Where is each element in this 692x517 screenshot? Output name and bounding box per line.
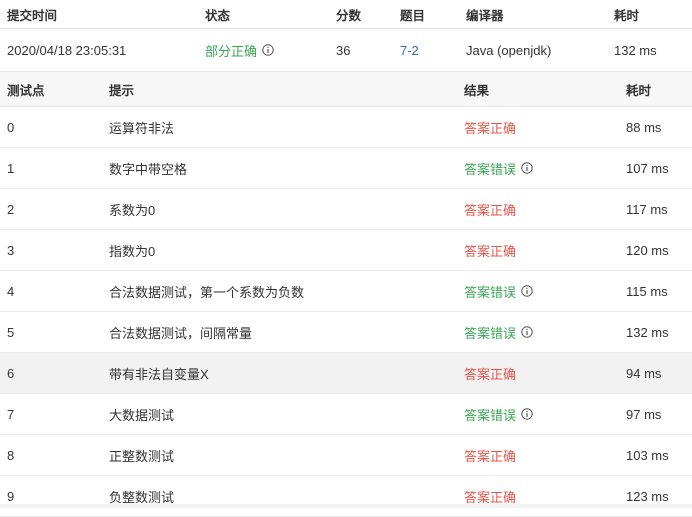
submission-row: 2020/04/18 23:05:31 部分正确 36 7-2 Java (op… bbox=[0, 29, 692, 72]
test-hint: 负整数测试 bbox=[109, 489, 175, 505]
test-result-text: 答案错误 bbox=[464, 161, 517, 177]
info-circle-icon[interactable] bbox=[521, 162, 533, 174]
test-result-text: 答案错误 bbox=[464, 325, 517, 341]
test-id: 6 bbox=[7, 365, 15, 381]
table-row: 7 大数据测试 答案错误 97 ms bbox=[0, 394, 692, 435]
table-row: 1 数字中带空格 答案错误 107 ms bbox=[0, 148, 692, 189]
test-hint: 带有非法自变量X bbox=[109, 366, 209, 382]
test-id: 3 bbox=[7, 242, 15, 258]
test-id: 0 bbox=[7, 119, 15, 135]
test-id: 1 bbox=[7, 160, 15, 176]
submission-header-row: 提交时间 状态 分数 题目 编译器 耗时 bbox=[0, 0, 692, 29]
test-result: 答案错误 bbox=[457, 159, 619, 178]
table-row: 8 正整数测试 答案正确 103 ms bbox=[0, 435, 692, 476]
table-row: 6 带有非法自变量X 答案正确 94 ms bbox=[0, 353, 692, 394]
table-row: 9 负整数测试 答案正确 123 ms bbox=[0, 476, 692, 517]
test-result-text: 答案正确 bbox=[464, 489, 517, 505]
test-result: 答案正确 bbox=[457, 487, 619, 506]
test-result: 答案正确 bbox=[457, 446, 619, 465]
test-id: 4 bbox=[7, 283, 15, 299]
test-result-text: 答案正确 bbox=[464, 243, 517, 259]
test-result-text: 答案正确 bbox=[464, 448, 517, 464]
header-compiler: 编译器 bbox=[466, 8, 504, 23]
test-id: 2 bbox=[7, 201, 15, 217]
test-result-text: 答案正确 bbox=[464, 120, 517, 136]
test-result-text: 答案错误 bbox=[464, 284, 517, 300]
test-hint: 运算符非法 bbox=[109, 120, 175, 136]
test-result: 答案正确 bbox=[457, 241, 619, 260]
header-status: 状态 bbox=[205, 8, 231, 23]
test-id: 9 bbox=[7, 488, 15, 504]
tests-header-row: 测试点 提示 结果 耗时 bbox=[0, 72, 692, 107]
test-result: 答案错误 bbox=[457, 282, 619, 301]
problem-link-text[interactable]: 7-2 bbox=[400, 43, 419, 58]
status-text[interactable]: 部分正确 bbox=[205, 41, 257, 60]
test-cost: 97 ms bbox=[626, 406, 662, 422]
info-circle-icon[interactable] bbox=[262, 44, 274, 56]
test-cost: 123 ms bbox=[626, 488, 669, 504]
test-result: 答案正确 bbox=[457, 118, 619, 137]
compiler-name: Java (openjdk) bbox=[466, 42, 552, 58]
test-result-text: 答案正确 bbox=[464, 366, 517, 382]
header-test-cost: 耗时 bbox=[626, 83, 652, 98]
test-result: 答案正确 bbox=[457, 200, 619, 219]
test-hint: 合法数据测试，间隔常量 bbox=[109, 325, 253, 341]
test-hint: 正整数测试 bbox=[109, 448, 175, 464]
header-test-id: 测试点 bbox=[7, 83, 45, 98]
test-hint: 合法数据测试，第一个系数为负数 bbox=[109, 284, 305, 300]
test-result-text: 答案错误 bbox=[464, 407, 517, 423]
submission-cost: 132 ms bbox=[614, 42, 657, 58]
test-hint: 系数为0 bbox=[109, 202, 156, 218]
header-test-result: 结果 bbox=[464, 83, 490, 98]
test-cost: 117 ms bbox=[626, 201, 668, 217]
table-row: 5 合法数据测试，间隔常量 答案错误 132 ms bbox=[0, 312, 692, 353]
table-row: 2 系数为0 答案正确 117 ms bbox=[0, 189, 692, 230]
test-cost: 120 ms bbox=[626, 242, 669, 258]
horizontal-scrollbar[interactable] bbox=[0, 504, 692, 508]
header-score: 分数 bbox=[336, 8, 362, 23]
test-hint: 指数为0 bbox=[109, 243, 156, 259]
table-row: 3 指数为0 答案正确 120 ms bbox=[0, 230, 692, 271]
test-id: 5 bbox=[7, 324, 15, 340]
submission-detail: 提交时间 状态 分数 题目 编译器 耗时 2020/04/18 23:05:31… bbox=[0, 0, 692, 517]
test-result-text: 答案正确 bbox=[464, 202, 517, 218]
test-result: 答案错误 bbox=[457, 323, 619, 342]
tests-table-body: 0 运算符非法 答案正确 88 ms 1 数字中带空格 答案错误 107 ms … bbox=[0, 107, 692, 517]
test-hint: 大数据测试 bbox=[109, 407, 175, 423]
test-cost: 115 ms bbox=[626, 283, 668, 299]
header-problem: 题目 bbox=[400, 8, 426, 23]
test-id: 8 bbox=[7, 447, 15, 463]
test-cost: 132 ms bbox=[626, 324, 669, 340]
table-row: 0 运算符非法 答案正确 88 ms bbox=[0, 107, 692, 148]
header-submit-time: 提交时间 bbox=[7, 8, 58, 23]
submission-score: 36 bbox=[336, 42, 351, 58]
test-result: 答案正确 bbox=[457, 364, 619, 383]
submission-status[interactable]: 部分正确 bbox=[198, 41, 329, 60]
test-hint: 数字中带空格 bbox=[109, 161, 188, 177]
test-cost: 88 ms bbox=[626, 119, 662, 135]
problem-link[interactable]: 7-2 bbox=[393, 43, 459, 58]
header-cost: 耗时 bbox=[614, 8, 640, 23]
info-circle-icon[interactable] bbox=[521, 408, 533, 420]
info-circle-icon[interactable] bbox=[521, 285, 533, 297]
test-id: 7 bbox=[7, 406, 15, 422]
info-circle-icon[interactable] bbox=[521, 326, 533, 338]
test-result: 答案错误 bbox=[457, 405, 619, 424]
submit-time: 2020/04/18 23:05:31 bbox=[7, 42, 127, 58]
test-cost: 103 ms bbox=[626, 447, 669, 463]
test-cost: 94 ms bbox=[626, 365, 662, 381]
test-cost: 107 ms bbox=[626, 160, 669, 176]
header-test-hint: 提示 bbox=[109, 83, 135, 98]
table-row: 4 合法数据测试，第一个系数为负数 答案错误 115 ms bbox=[0, 271, 692, 312]
